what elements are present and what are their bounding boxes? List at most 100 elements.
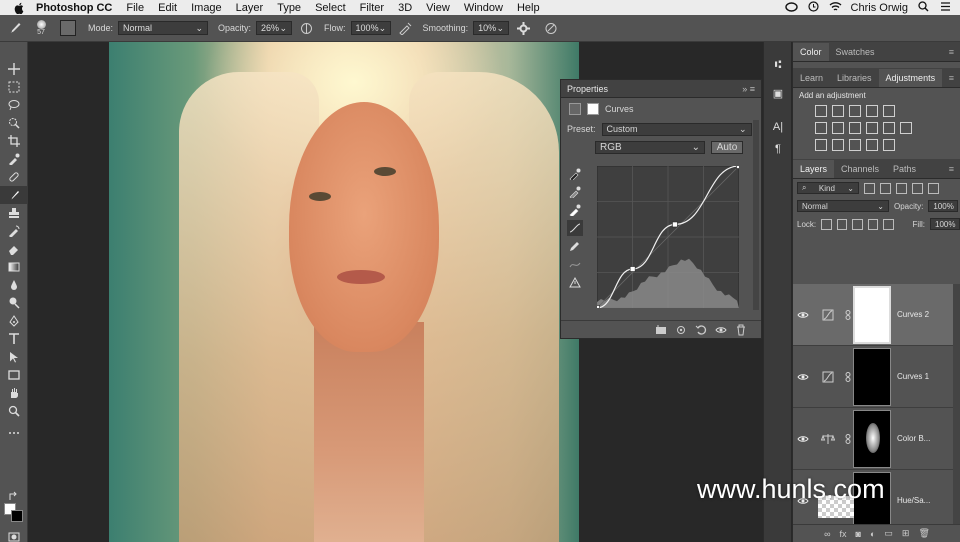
wifi-icon[interactable]: [829, 1, 842, 15]
pressure-opacity-icon[interactable]: [298, 20, 314, 36]
move-tool-icon[interactable]: [0, 60, 28, 78]
menu-select[interactable]: Select: [315, 2, 346, 14]
character-panel-icon[interactable]: A|: [764, 116, 792, 138]
hue-saturation-icon[interactable]: [815, 121, 827, 134]
new-adjustment-layer-icon[interactable]: ◐: [870, 529, 875, 539]
smoothing-field[interactable]: 10% ⌄: [473, 21, 510, 35]
apple-icon[interactable]: [12, 1, 26, 15]
visibility-eye-icon[interactable]: [793, 434, 813, 444]
marquee-tool-icon[interactable]: [0, 78, 28, 96]
lasso-tool-icon[interactable]: [0, 96, 28, 114]
selective-color-icon[interactable]: [883, 138, 895, 151]
info-panel-icon[interactable]: ▣: [764, 82, 792, 104]
lock-image-icon[interactable]: [836, 218, 848, 230]
tab-channels[interactable]: Channels: [834, 160, 886, 178]
brush-tool-icon[interactable]: [0, 186, 28, 204]
filter-type-icon[interactable]: [896, 182, 907, 194]
curves-graph[interactable]: [597, 166, 739, 308]
menu-help[interactable]: Help: [517, 2, 540, 14]
curves-icon[interactable]: [849, 104, 861, 117]
photo-filter-icon[interactable]: [866, 121, 878, 134]
blur-tool-icon[interactable]: [0, 276, 28, 294]
layer-row-color-balance[interactable]: Color B...: [793, 408, 953, 470]
link-layers-icon[interactable]: ∞: [824, 529, 830, 539]
sample-white-eyedropper-icon[interactable]: [567, 202, 583, 218]
opacity-field[interactable]: 26% ⌄: [256, 21, 293, 35]
hand-tool-icon[interactable]: [0, 384, 28, 402]
panel-menu-icon[interactable]: ≡: [949, 43, 954, 61]
panel-menu-icon[interactable]: ≡: [949, 160, 954, 178]
background-color-swatch[interactable]: [11, 510, 23, 522]
pen-tool-icon[interactable]: [0, 312, 28, 330]
notification-center-icon[interactable]: [939, 1, 952, 15]
sample-black-eyedropper-icon[interactable]: [567, 166, 583, 182]
add-mask-icon[interactable]: ◙: [856, 529, 861, 539]
portrait-photo[interactable]: [109, 42, 579, 542]
properties-header[interactable]: Properties » ≡: [561, 80, 761, 98]
pressure-size-icon[interactable]: [543, 20, 559, 36]
menu-layer[interactable]: Layer: [236, 2, 264, 14]
auto-button[interactable]: Auto: [711, 140, 743, 154]
layer-mask-thumbnail[interactable]: [853, 285, 891, 344]
exposure-icon[interactable]: [866, 104, 878, 117]
lock-all-icon[interactable]: [883, 218, 894, 230]
color-balance-icon[interactable]: [832, 121, 844, 134]
tab-color[interactable]: Color: [793, 43, 829, 61]
lock-position-icon[interactable]: [852, 218, 863, 230]
app-name-menu[interactable]: Photoshop CC: [36, 2, 112, 14]
filter-shape-icon[interactable]: [912, 182, 923, 194]
gradient-tool-icon[interactable]: [0, 258, 28, 276]
channel-mixer-icon[interactable]: [883, 121, 895, 134]
levels-icon[interactable]: [832, 104, 844, 117]
time-machine-icon[interactable]: [807, 0, 820, 15]
quick-selection-tool-icon[interactable]: [0, 114, 28, 132]
rectangle-tool-icon[interactable]: [0, 366, 28, 384]
channel-select[interactable]: RGB ⌄: [595, 140, 705, 154]
tab-libraries[interactable]: Libraries: [830, 69, 879, 87]
black-white-icon[interactable]: [849, 121, 861, 134]
mode-select[interactable]: Normal ⌄: [118, 21, 209, 35]
tab-swatches[interactable]: Swatches: [829, 43, 882, 61]
preset-select[interactable]: Custom ⌄: [601, 122, 752, 136]
filter-smart-object-icon[interactable]: [928, 182, 939, 194]
visibility-eye-icon[interactable]: [793, 310, 813, 320]
tab-adjustments[interactable]: Adjustments: [878, 69, 943, 87]
layer-row-curves-2[interactable]: Curves 2: [793, 284, 953, 346]
smooth-curve-icon[interactable]: [567, 256, 583, 272]
view-previous-state-icon[interactable]: [675, 324, 687, 336]
panel-menu-icon[interactable]: ≡: [949, 69, 954, 87]
flow-field[interactable]: 100% ⌄: [350, 21, 391, 35]
clipping-warning-icon[interactable]: [567, 274, 583, 290]
dodge-tool-icon[interactable]: [0, 294, 28, 312]
menu-file[interactable]: File: [126, 2, 144, 14]
history-panel-icon[interactable]: ⑆: [764, 54, 792, 76]
mask-link-icon[interactable]: [843, 371, 853, 382]
mask-link-icon[interactable]: [843, 309, 853, 320]
sample-gray-eyedropper-icon[interactable]: [567, 184, 583, 200]
layer-row-curves-1[interactable]: Curves 1: [793, 346, 953, 408]
brush-size-picker[interactable]: 57: [30, 17, 52, 39]
blend-mode-select[interactable]: Normal ⌄: [797, 200, 889, 212]
layer-mask-icon[interactable]: [587, 103, 599, 115]
posterize-icon[interactable]: [832, 138, 844, 151]
toggle-visibility-eye-icon[interactable]: [715, 324, 727, 336]
menu-view[interactable]: View: [426, 2, 450, 14]
layer-opacity-field[interactable]: 100%: [928, 200, 959, 212]
menu-3d[interactable]: 3D: [398, 2, 412, 14]
layer-name[interactable]: Curves 2: [897, 310, 929, 319]
draw-curve-pencil-icon[interactable]: [567, 238, 583, 254]
smoothing-options-gear-icon[interactable]: [515, 20, 531, 36]
vibrance-icon[interactable]: [883, 104, 895, 117]
history-brush-tool-icon[interactable]: [0, 222, 28, 240]
fill-field[interactable]: 100%: [930, 218, 960, 230]
delete-layer-trash-icon[interactable]: 🗑: [918, 528, 929, 539]
quick-mask-icon[interactable]: [0, 528, 28, 542]
menu-image[interactable]: Image: [191, 2, 222, 14]
edit-points-curve-icon[interactable]: [567, 220, 583, 236]
layer-filter-select[interactable]: ⌕ Kind ⌄: [797, 182, 859, 194]
layer-name[interactable]: Curves 1: [897, 372, 929, 381]
invert-icon[interactable]: [815, 138, 827, 151]
menu-edit[interactable]: Edit: [158, 2, 177, 14]
lock-transparent-icon[interactable]: [821, 218, 832, 230]
new-group-folder-icon[interactable]: ▭: [884, 528, 893, 539]
